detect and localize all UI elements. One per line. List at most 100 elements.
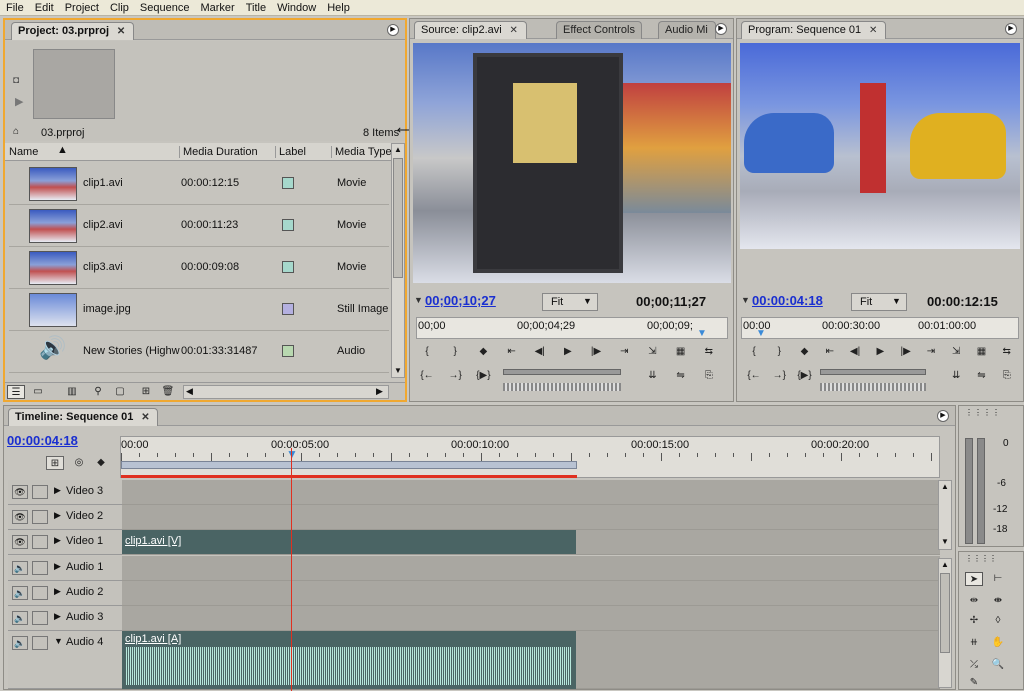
panel-menu-icon[interactable]: ▶: [715, 23, 727, 35]
source-btn-top-2-icon[interactable]: ◆: [474, 345, 492, 359]
source-btn-bottom-9-icon[interactable]: ⇋: [672, 369, 690, 383]
source-ruler[interactable]: 00;00 00;00;04;29 00;00;09; ▼: [416, 317, 728, 339]
program-btn-bottom-1-icon[interactable]: →}: [770, 369, 788, 383]
program-current-timecode[interactable]: 00:00:04:18: [752, 293, 823, 308]
jog-wheel[interactable]: [820, 383, 927, 391]
speaker-icon[interactable]: 🔈: [12, 611, 28, 625]
scroll-left-icon[interactable]: ◀: [186, 386, 193, 397]
menu-sequence[interactable]: Sequence: [134, 0, 195, 16]
delete-icon[interactable]: 🗑: [159, 385, 177, 399]
project-item-row[interactable]: image.jpg Still Image: [9, 289, 389, 331]
tab-audio-mixer[interactable]: Audio Mi: [658, 21, 716, 39]
list-view-icon[interactable]: ☰: [7, 385, 25, 399]
source-btn-top-1-icon[interactable]: }: [446, 345, 464, 359]
jog-shuttle[interactable]: [820, 369, 927, 375]
track-lane[interactable]: [122, 581, 940, 606]
video-clip[interactable]: clip1.avi [V]: [122, 530, 576, 554]
source-btn-top-7-icon[interactable]: ⇥: [615, 345, 633, 359]
program-btn-bottom-10-icon[interactable]: ⎘: [998, 369, 1016, 383]
scroll-down-icon[interactable]: ▼: [394, 366, 402, 375]
chevron-down-icon[interactable]: ▼: [54, 636, 63, 646]
program-fit-select[interactable]: Fit ▼: [851, 293, 907, 311]
playhead-icon[interactable]: ▼: [697, 328, 707, 339]
snap-icon[interactable]: ⊞: [46, 456, 64, 470]
lock-icon[interactable]: [32, 535, 48, 549]
tab-effect-controls[interactable]: Effect Controls: [556, 21, 642, 39]
program-btn-top-10-icon[interactable]: ⇆: [998, 345, 1016, 359]
project-item-row[interactable]: clip2.avi 00:00:11:23 Movie: [9, 205, 389, 247]
rate-stretch-tool-icon[interactable]: ✢: [965, 614, 983, 628]
camera-icon[interactable]: ◘: [13, 75, 19, 86]
lock-icon[interactable]: [32, 485, 48, 499]
timeline-ruler[interactable]: 00:00 00:00:05:00 00:00:10:00 00:00:15:00 00…: [120, 436, 940, 478]
close-icon[interactable]: ✕: [508, 26, 520, 36]
hscroll[interactable]: ◀ ▶: [183, 385, 389, 399]
new-bin-icon[interactable]: ▢: [111, 385, 129, 399]
audio-clip[interactable]: clip1.avi [A]: [122, 631, 576, 689]
track-lane[interactable]: [122, 505, 940, 530]
source-btn-top-0-icon[interactable]: {: [418, 345, 436, 359]
zoom-tool-icon[interactable]: 🔍: [989, 658, 1007, 672]
marker-icon[interactable]: ◆: [92, 456, 110, 470]
track-lane[interactable]: [122, 480, 940, 505]
label-swatch[interactable]: [282, 303, 294, 315]
menu-window[interactable]: Window: [271, 0, 321, 16]
label-swatch[interactable]: [282, 177, 294, 189]
panel-menu-icon[interactable]: ▶: [387, 24, 399, 36]
rolling-edit-tool-icon[interactable]: ⇼: [989, 594, 1007, 608]
source-btn-bottom-1-icon[interactable]: →}: [446, 369, 464, 383]
program-btn-top-0-icon[interactable]: {: [745, 345, 763, 359]
project-vscroll[interactable]: ▲ ▼: [391, 143, 405, 378]
menu-help[interactable]: Help: [321, 0, 355, 16]
scroll-down-icon[interactable]: ▼: [941, 537, 949, 546]
label-swatch[interactable]: [282, 261, 294, 273]
label-swatch[interactable]: [282, 219, 294, 231]
menu-edit[interactable]: Edit: [29, 0, 59, 16]
scroll-thumb[interactable]: [940, 573, 950, 653]
tab-program[interactable]: Program: Sequence 01 ✕: [741, 21, 887, 39]
work-area-bar[interactable]: [121, 461, 577, 469]
program-btn-top-4-icon[interactable]: ◀|: [846, 345, 864, 359]
source-btn-bottom-2-icon[interactable]: {▶}: [474, 369, 492, 383]
eye-icon[interactable]: 👁: [12, 485, 28, 499]
program-btn-top-1-icon[interactable]: }: [770, 345, 788, 359]
chevron-right-icon[interactable]: ▶: [54, 535, 61, 546]
program-btn-bottom-9-icon[interactable]: ⇋: [972, 369, 990, 383]
track-select-tool-icon[interactable]: ⊢: [989, 572, 1007, 586]
track-lane[interactable]: [122, 606, 940, 631]
source-btn-top-8-icon[interactable]: ⇲: [643, 345, 661, 359]
eye-icon[interactable]: 👁: [12, 535, 28, 549]
source-btn-top-3-icon[interactable]: ⇤: [503, 345, 521, 359]
menu-file[interactable]: File: [0, 0, 29, 16]
speaker-icon[interactable]: 🔈: [12, 561, 28, 575]
close-icon[interactable]: ✕: [139, 413, 151, 423]
pen-tool-icon[interactable]: ✎: [965, 676, 983, 690]
program-btn-top-8-icon[interactable]: ⇲: [947, 345, 965, 359]
chevron-right-icon[interactable]: ▶: [54, 485, 61, 496]
source-btn-top-5-icon[interactable]: ▶: [559, 345, 577, 359]
chevron-right-icon[interactable]: ▶: [54, 611, 61, 622]
chevron-right-icon[interactable]: ▶: [54, 561, 61, 572]
close-icon[interactable]: ✕: [115, 27, 127, 37]
program-btn-top-2-icon[interactable]: ◆: [796, 345, 814, 359]
chevron-right-icon[interactable]: ▶: [54, 586, 61, 597]
sequence-marker-icon[interactable]: ◎: [70, 456, 88, 470]
slide-tool-icon[interactable]: ⤰: [965, 658, 983, 672]
source-current-timecode[interactable]: 00;00;10;27: [425, 293, 496, 308]
close-icon[interactable]: ✕: [867, 26, 879, 36]
automate-icon[interactable]: ▥: [63, 385, 81, 399]
program-btn-bottom-0-icon[interactable]: {←: [745, 369, 763, 383]
project-item-row[interactable]: clip3.avi 00:00:09:08 Movie: [9, 247, 389, 289]
program-btn-bottom-8-icon[interactable]: ⇊: [947, 369, 965, 383]
program-btn-bottom-2-icon[interactable]: {▶}: [796, 369, 814, 383]
col-media-type[interactable]: Media Type: [331, 146, 392, 158]
col-label[interactable]: Label: [275, 146, 306, 158]
track-lane[interactable]: [122, 556, 940, 581]
program-btn-top-3-icon[interactable]: ⇤: [821, 345, 839, 359]
source-btn-bottom-10-icon[interactable]: ⎘: [700, 369, 718, 383]
ripple-edit-tool-icon[interactable]: ⇹: [965, 594, 983, 608]
razor-tool-icon[interactable]: ◊: [989, 614, 1007, 628]
play-icon[interactable]: ▶: [15, 95, 23, 108]
scroll-up-icon[interactable]: ▲: [941, 482, 949, 491]
source-btn-bottom-8-icon[interactable]: ⇊: [643, 369, 661, 383]
